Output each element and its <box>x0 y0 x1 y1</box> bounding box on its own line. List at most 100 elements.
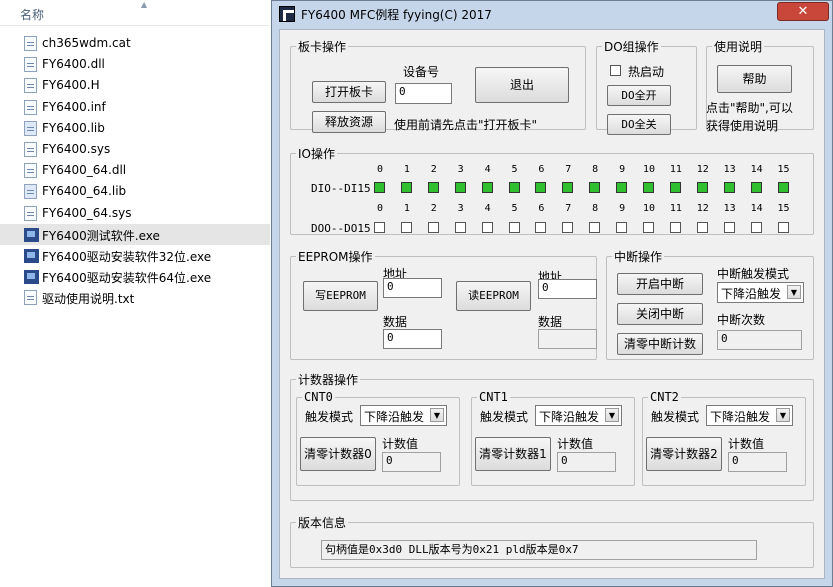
document-icon <box>24 290 37 306</box>
file-name: FY6400.dll <box>42 57 105 72</box>
clear-counter-button[interactable]: 清零计数器1 <box>475 437 551 471</box>
write-data-label: 数据 <box>383 315 408 329</box>
do-output-checkbox[interactable] <box>616 222 628 233</box>
do-all-off-button[interactable]: DO全关 <box>607 114 671 135</box>
file-item[interactable]: FY6400.inf <box>0 97 270 118</box>
write-eeprom-button[interactable]: 写EEPROM <box>303 281 378 311</box>
trigger-mode-select[interactable]: 下降沿触发 ▼ <box>535 405 622 426</box>
do-output-checkbox[interactable] <box>643 222 654 233</box>
counter-value-label: 计数值 <box>728 437 765 451</box>
di-channel-number: 13 <box>723 164 736 175</box>
di-channel-number: 6 <box>538 164 545 175</box>
device-number-input[interactable]: 0 <box>395 83 452 104</box>
do-output-checkbox[interactable] <box>508 222 520 233</box>
do-output-checkbox[interactable] <box>723 222 735 233</box>
trigger-mode-value: 下降沿触发 <box>539 410 600 424</box>
do-channel-number: 13 <box>723 203 736 214</box>
version-group: 版本信息 句柄值是0x3d0 DLL版本号为0x21 pld版本是0x7 <box>290 514 814 568</box>
do-output-checkbox[interactable] <box>750 222 762 233</box>
counter-value-output: 0 <box>382 452 441 472</box>
write-data-input[interactable]: 0 <box>383 329 442 349</box>
file-name: FY6400.sys <box>42 141 111 156</box>
file-name: FY6400.lib <box>42 120 105 135</box>
file-item[interactable]: FY6400.H <box>0 75 270 96</box>
do-output-checkbox[interactable] <box>562 222 574 233</box>
title-bar[interactable]: FY6400 MFC例程 fyying(C) 2017 ✕ <box>272 1 832 27</box>
di-channel-number: 9 <box>619 164 626 175</box>
counter-value-output: 0 <box>557 452 616 472</box>
release-resources-button[interactable]: 释放资源 <box>312 111 386 133</box>
file-name: FY6400_64.sys <box>42 205 132 220</box>
do-output-checkbox[interactable] <box>454 222 466 233</box>
trigger-mode-select[interactable]: 下降沿触发 ▼ <box>360 405 447 426</box>
do-output-checkbox[interactable] <box>400 222 412 233</box>
close-button[interactable]: ✕ <box>777 2 829 21</box>
interrupt-group-legend: 中断操作 <box>614 250 663 264</box>
help-button[interactable]: 帮助 <box>717 65 792 93</box>
document-icon <box>24 163 37 179</box>
help-group: 使用说明 帮助 点击"帮助",可以获得使用说明 <box>706 38 814 133</box>
app-icon <box>279 6 295 22</box>
hotstart-checkbox[interactable] <box>610 65 621 76</box>
di-channel-number: 11 <box>669 164 682 175</box>
file-item[interactable]: FY6400_64.lib <box>0 181 270 202</box>
di-status-indicator <box>723 182 735 193</box>
file-item[interactable]: FY6400.dll <box>0 54 270 75</box>
do-channel-number: 1 <box>403 203 410 214</box>
read-address-input[interactable]: 0 <box>538 279 597 299</box>
clear-interrupt-count-button[interactable]: 清零中断计数 <box>617 333 703 355</box>
help-group-legend: 使用说明 <box>714 40 763 54</box>
do-output-checkbox[interactable] <box>669 222 681 233</box>
do-output-checkbox[interactable] <box>535 222 547 233</box>
do-output-checkbox[interactable] <box>374 222 385 233</box>
di-status-indicator <box>400 182 412 193</box>
counter-value-output: 0 <box>728 452 787 472</box>
do-output-checkbox[interactable] <box>696 222 708 233</box>
dialog-client-area: 板卡操作 设备号 打开板卡 0 退出 释放资源 使用前请先点击"打开板卡" DO… <box>279 29 825 579</box>
write-address-input[interactable]: 0 <box>383 278 442 298</box>
di-channel-number: 0 <box>376 164 384 175</box>
do-output-checkbox[interactable] <box>589 222 601 233</box>
interrupt-group: 中断操作 开启中断 关闭中断 清零中断计数 中断触发模式 下降沿触发 ▼ 中断次… <box>606 248 814 360</box>
file-item[interactable]: FY6400驱动安装软件64位.exe <box>0 266 270 287</box>
dropdown-arrow-icon[interactable]: ▼ <box>430 408 444 422</box>
file-item[interactable]: FY6400测试软件.exe <box>0 223 270 245</box>
di-status-indicator <box>374 182 385 193</box>
file-item[interactable]: FY6400.lib <box>0 118 270 139</box>
dropdown-arrow-icon[interactable]: ▼ <box>787 285 801 299</box>
do-output-checkbox[interactable] <box>427 222 439 233</box>
exit-button[interactable]: 退出 <box>475 67 569 103</box>
counter-channel-legend: CNT0 <box>304 390 333 404</box>
di-status-indicator <box>750 182 762 193</box>
app-icon <box>24 227 39 242</box>
column-header[interactable]: 名称 ▲ <box>0 0 270 26</box>
eeprom-group: EEPROM操作 地址 写EEPROM 0 数据 0 地址 读EEPROM 0 … <box>290 248 597 360</box>
file-item[interactable]: FY6400.sys <box>0 139 270 160</box>
dropdown-arrow-icon[interactable]: ▼ <box>776 408 790 422</box>
do-output-checkbox[interactable] <box>777 222 789 233</box>
file-item[interactable]: FY6400驱动安装软件32位.exe <box>0 245 270 266</box>
counter-value-label: 计数值 <box>557 437 594 451</box>
file-item[interactable]: ch365wdm.cat <box>0 33 270 54</box>
clear-counter-button[interactable]: 清零计数器0 <box>300 437 376 471</box>
do-all-on-button[interactable]: DO全开 <box>607 85 671 106</box>
file-item[interactable]: 驱动使用说明.txt <box>0 287 270 308</box>
file-name: FY6400.inf <box>42 99 106 114</box>
enable-interrupt-button[interactable]: 开启中断 <box>617 273 703 295</box>
document-icon <box>24 57 37 73</box>
interrupt-count-output: 0 <box>717 330 802 350</box>
read-eeprom-button[interactable]: 读EEPROM <box>456 281 531 311</box>
trigger-mode-select[interactable]: 下降沿触发 ▼ <box>706 405 793 426</box>
disable-interrupt-button[interactable]: 关闭中断 <box>617 303 703 325</box>
open-board-button[interactable]: 打开板卡 <box>312 81 386 103</box>
interrupt-mode-select[interactable]: 下降沿触发 ▼ <box>717 282 804 303</box>
file-item[interactable]: FY6400_64.sys <box>0 203 270 224</box>
di-status-indicator <box>427 182 439 193</box>
clear-counter-button[interactable]: 清零计数器2 <box>646 437 722 471</box>
interrupt-count-label: 中断次数 <box>717 313 766 327</box>
file-item[interactable]: FY6400_64.dll <box>0 160 270 181</box>
library-icon <box>24 120 37 136</box>
do-output-checkbox[interactable] <box>481 222 493 233</box>
dropdown-arrow-icon[interactable]: ▼ <box>605 408 619 422</box>
counter-group-legend: 计数器操作 <box>298 373 359 387</box>
